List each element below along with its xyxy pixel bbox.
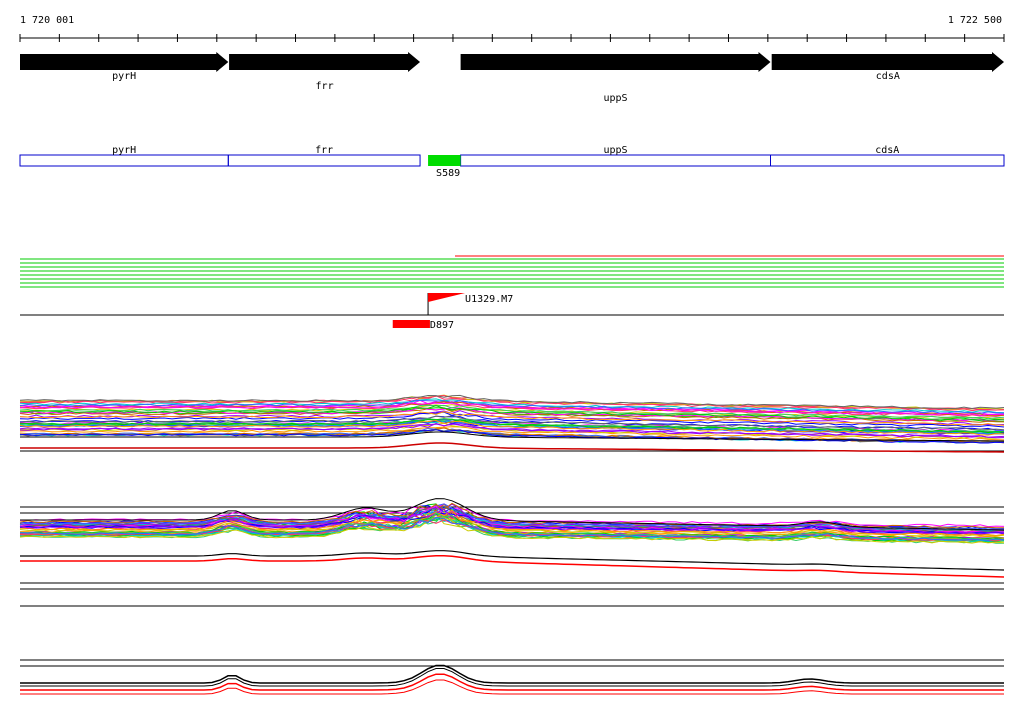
antisense-box[interactable] (392, 320, 430, 328)
segment-label-frr: frr (315, 145, 333, 156)
gene-arrow-cdsA (771, 52, 1004, 72)
genome-browser-view: 1 720 001 1 722 500 pyrH frr uppS cdsA pyrH… (19, 15, 1005, 695)
segment-label-pyrH: pyrH (112, 145, 136, 156)
feature-box[interactable] (428, 155, 461, 166)
feature-label: S589 (436, 168, 460, 179)
coverage-profile-panel-1 (19, 394, 1005, 453)
feature-s589[interactable]: S589 (428, 155, 461, 179)
gene-label-uppS: uppS (604, 93, 628, 104)
segment-box-cdsA (770, 154, 1005, 167)
gene-arrow-frr (229, 52, 421, 72)
coverage-profile-panel-2 (19, 498, 1005, 607)
profile-line-highlight (20, 664, 1004, 684)
segment-box-pyrH (19, 154, 229, 167)
tss-flag[interactable] (428, 293, 466, 302)
antisense-label: D897 (430, 320, 454, 331)
segment-label-uppS: uppS (604, 145, 628, 156)
segment-label-cdsA: cdsA (875, 145, 899, 156)
expression-level-lines (20, 255, 1004, 288)
gene-annotation-track: pyrH frr uppS cdsA (20, 52, 1004, 104)
profile-line-highlight (20, 673, 1004, 691)
gene-label-cdsA: cdsA (876, 71, 900, 82)
segment-box-uppS (460, 154, 772, 167)
gene-arrow-pyrH (20, 52, 229, 72)
tss-marker[interactable]: U1329.M7 (427, 293, 513, 315)
tss-label: U1329.M7 (465, 294, 513, 305)
segment-track: pyrH frr uppS cdsA (19, 145, 1005, 167)
coverage-profile-panel-3 (20, 659, 1004, 695)
ruler-start-label: 1 720 001 (20, 15, 74, 26)
gene-label-frr: frr (316, 81, 334, 92)
coordinate-ruler: 1 720 001 1 722 500 (19, 15, 1005, 42)
gene-arrow-uppS (460, 52, 771, 72)
antisense-marker[interactable]: D897 (392, 320, 454, 331)
segment-box-frr (227, 154, 421, 167)
gene-label-pyrH: pyrH (112, 71, 136, 82)
profile-line-highlight (20, 679, 1004, 695)
ruler-end-label: 1 722 500 (948, 15, 1002, 26)
